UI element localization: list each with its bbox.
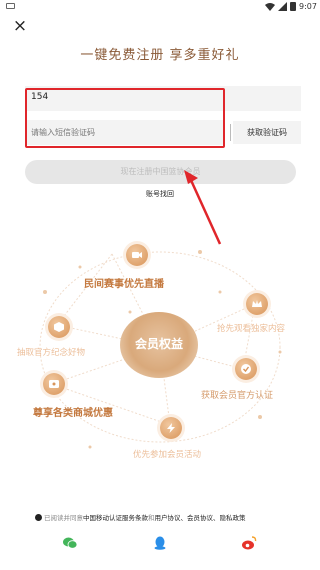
status-bar: 9:07 [0,0,320,14]
account-recovery-link[interactable]: 账号找回 [0,189,320,199]
close-button[interactable]: × [10,16,30,36]
ticket-icon [43,373,65,395]
agreement-checkbox[interactable] [35,514,42,521]
agreement-prefix: 已阅读并同意 [44,514,83,522]
highlight-box [25,88,225,148]
wifi-icon [265,3,275,11]
member-rights-label: 会员权益 [134,337,183,351]
benefit-live-priority: 民间赛事优先直播 [84,279,164,290]
lightning-icon [160,417,182,439]
gift-box-icon [48,316,70,338]
wechat-icon[interactable] [62,535,78,551]
badge-check-icon [235,358,257,380]
cmcc-terms-link[interactable]: 中国移动认证服务条款 [83,514,148,522]
notification-icon [6,3,15,9]
benefit-official-certification: 获取会员官方认证 [201,391,274,401]
benefit-souvenir-draw: 抽取官方纪念好物 [17,348,86,358]
get-code-button[interactable]: 获取验证码 [233,121,301,144]
qq-icon[interactable] [152,535,168,551]
benefit-exclusive-content: 抢先观看独家内容 [217,324,286,334]
crown-icon [246,293,268,315]
field-divider [230,124,231,141]
status-time: 9:07 [299,2,317,11]
page-headline: 一键免费注册 享多重好礼 [80,48,240,63]
agreement-line: 已阅读并同意中国移动认证服务条款和用户协议、会员协议、隐私政策 [35,512,246,522]
battery-icon [290,2,296,11]
video-icon [126,244,148,266]
benefit-member-events: 优先参加会员活动 [133,450,202,460]
benefit-mall-discounts: 尊享各类商城优惠 [33,408,113,419]
user-agreements-link[interactable]: 用户协议、会员协议、隐私政策 [155,514,246,522]
register-button[interactable]: 现在注册中国篮协会员 [25,160,296,184]
signal-icon [278,2,287,11]
weibo-icon[interactable] [241,535,257,551]
